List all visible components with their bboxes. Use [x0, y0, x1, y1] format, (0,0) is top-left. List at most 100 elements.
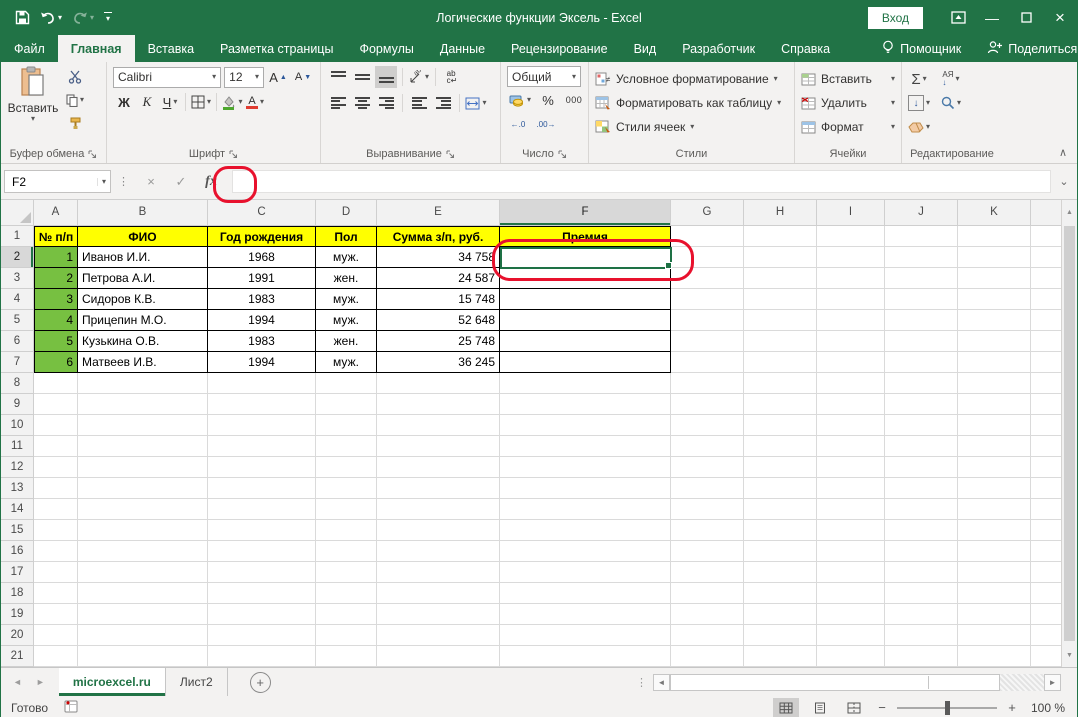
cell-F1[interactable]: Премия: [500, 226, 671, 247]
format-cells-button[interactable]: Формат ▾: [801, 116, 895, 138]
cell-B19[interactable]: [78, 604, 208, 625]
zoom-in-button[interactable]: +: [1005, 700, 1019, 715]
accounting-format-button[interactable]: ▾: [507, 89, 533, 111]
cell-A1[interactable]: № п/п: [34, 226, 78, 247]
merge-center-button[interactable]: ▾: [465, 92, 487, 114]
cell-A10[interactable]: [34, 415, 78, 436]
cell-A14[interactable]: [34, 499, 78, 520]
zoom-level[interactable]: 100 %: [1027, 701, 1065, 715]
sign-in-button[interactable]: Вход: [868, 7, 923, 29]
cell-F7[interactable]: [500, 352, 671, 373]
cell-F8[interactable]: [500, 373, 671, 394]
cell-I5[interactable]: [817, 310, 885, 331]
column-header-J[interactable]: J: [885, 200, 958, 226]
cell-K10[interactable]: [958, 415, 1031, 436]
cell-G14[interactable]: [671, 499, 744, 520]
cell-D14[interactable]: [316, 499, 377, 520]
clear-button[interactable]: ▾: [908, 116, 930, 138]
cell-I16[interactable]: [817, 541, 885, 562]
cell-J5[interactable]: [885, 310, 958, 331]
cell-D21[interactable]: [316, 646, 377, 667]
borders-button[interactable]: ▾: [190, 91, 212, 113]
decrease-indent-button[interactable]: [408, 92, 430, 114]
ribbon-tab-4[interactable]: Формулы: [346, 35, 426, 62]
cell-K5[interactable]: [958, 310, 1031, 331]
cell-fill12[interactable]: [1031, 457, 1063, 478]
row-header-16[interactable]: 16: [1, 541, 34, 562]
underline-button[interactable]: Ч ▾: [159, 91, 181, 113]
align-center-button[interactable]: [351, 92, 373, 114]
horizontal-scroll-thumb[interactable]: [672, 676, 929, 689]
cell-G16[interactable]: [671, 541, 744, 562]
cell-fill8[interactable]: [1031, 373, 1063, 394]
autosum-button[interactable]: Σ ▾: [908, 68, 930, 90]
cell-J15[interactable]: [885, 520, 958, 541]
column-header-F[interactable]: F: [500, 200, 671, 226]
cell-E12[interactable]: [377, 457, 500, 478]
ribbon-display-options-button[interactable]: [941, 0, 975, 35]
cell-J19[interactable]: [885, 604, 958, 625]
cell-F10[interactable]: [500, 415, 671, 436]
cell-H19[interactable]: [744, 604, 817, 625]
cell-fill1[interactable]: [1031, 226, 1063, 247]
align-bottom-button[interactable]: [375, 66, 397, 88]
cell-I18[interactable]: [817, 583, 885, 604]
ribbon-tab-8[interactable]: Разработчик: [669, 35, 768, 62]
cell-B20[interactable]: [78, 625, 208, 646]
cell-H18[interactable]: [744, 583, 817, 604]
scroll-left-button[interactable]: ◄: [653, 674, 670, 691]
cell-K6[interactable]: [958, 331, 1031, 352]
formula-input[interactable]: [232, 170, 1051, 193]
cell-F17[interactable]: [500, 562, 671, 583]
insert-cells-button[interactable]: Вставить ▾: [801, 68, 895, 90]
paste-button[interactable]: Вставить ▾: [7, 66, 59, 145]
row-header-9[interactable]: 9: [1, 394, 34, 415]
cell-fill3[interactable]: [1031, 268, 1063, 289]
cell-A15[interactable]: [34, 520, 78, 541]
cell-C8[interactable]: [208, 373, 316, 394]
number-dialog-launcher[interactable]: [558, 150, 567, 159]
format-painter-button[interactable]: [63, 112, 87, 134]
save-button[interactable]: [15, 10, 30, 25]
cell-H12[interactable]: [744, 457, 817, 478]
cell-I11[interactable]: [817, 436, 885, 457]
cell-E13[interactable]: [377, 478, 500, 499]
cell-I21[interactable]: [817, 646, 885, 667]
cell-E4[interactable]: 15 748: [377, 289, 500, 310]
cell-B7[interactable]: Матвеев И.В.: [78, 352, 208, 373]
cell-C20[interactable]: [208, 625, 316, 646]
cell-E8[interactable]: [377, 373, 500, 394]
cell-I1[interactable]: [817, 226, 885, 247]
next-sheet-button[interactable]: ►: [36, 677, 45, 687]
fill-button[interactable]: ↓ ▾: [908, 92, 930, 114]
font-color-button[interactable]: А ▾: [244, 91, 266, 113]
cell-K14[interactable]: [958, 499, 1031, 520]
align-left-button[interactable]: [327, 92, 349, 114]
find-select-button[interactable]: ▾: [940, 92, 962, 114]
cell-E17[interactable]: [377, 562, 500, 583]
cell-G20[interactable]: [671, 625, 744, 646]
cell-J11[interactable]: [885, 436, 958, 457]
cell-K2[interactable]: [958, 247, 1031, 268]
row-header-2[interactable]: 2: [1, 247, 34, 268]
cell-J9[interactable]: [885, 394, 958, 415]
cell-H10[interactable]: [744, 415, 817, 436]
cell-J2[interactable]: [885, 247, 958, 268]
cell-D13[interactable]: [316, 478, 377, 499]
cell-K4[interactable]: [958, 289, 1031, 310]
row-header-5[interactable]: 5: [1, 310, 34, 331]
row-header-3[interactable]: 3: [1, 268, 34, 289]
column-header-C[interactable]: C: [208, 200, 316, 226]
cell-C5[interactable]: 1994: [208, 310, 316, 331]
cell-K3[interactable]: [958, 268, 1031, 289]
alignment-dialog-launcher[interactable]: [446, 150, 455, 159]
cell-C14[interactable]: [208, 499, 316, 520]
cell-H9[interactable]: [744, 394, 817, 415]
cell-F2[interactable]: [500, 247, 671, 268]
cell-H4[interactable]: [744, 289, 817, 310]
cell-K16[interactable]: [958, 541, 1031, 562]
cell-G19[interactable]: [671, 604, 744, 625]
cell-C16[interactable]: [208, 541, 316, 562]
cell-D2[interactable]: муж.: [316, 247, 377, 268]
cell-D15[interactable]: [316, 520, 377, 541]
